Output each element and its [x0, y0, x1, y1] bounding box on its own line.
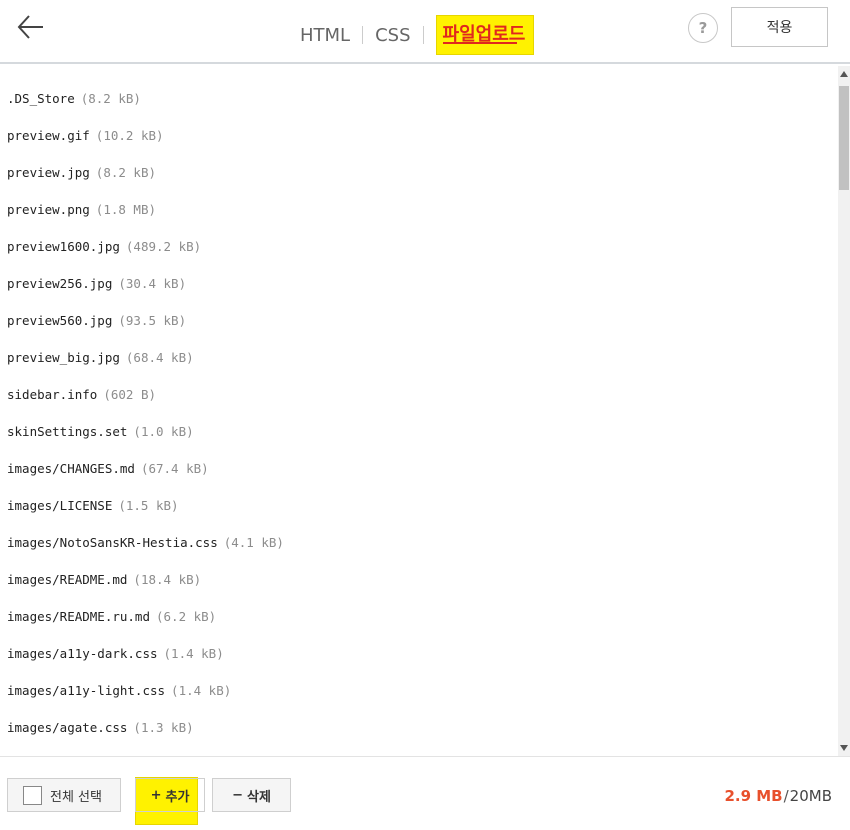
minus-icon: − — [232, 787, 243, 803]
back-button[interactable] — [14, 10, 48, 44]
file-list: .DS_Store (8.2 kB) preview.gif (10.2 kB) pre… — [0, 66, 838, 756]
scroll-down-button[interactable] — [838, 740, 850, 756]
file-size: (10.2 kB) — [95, 127, 164, 143]
file-list-item[interactable]: preview_big.jpg (68.4 kB) — [7, 346, 194, 368]
file-size: (1.0 kB) — [133, 423, 194, 439]
add-file-label: 추가 — [165, 789, 190, 805]
file-list-item[interactable]: images/agate.css (1.3 kB) — [7, 716, 194, 738]
file-name: images/a11y-dark.css — [7, 645, 158, 661]
tab-divider — [422, 26, 424, 44]
file-list-item[interactable]: images/CHANGES.md (67.4 kB) — [7, 457, 209, 479]
tab-css[interactable]: CSS — [375, 25, 410, 46]
apply-button[interactable]: 적용 — [731, 7, 828, 47]
file-list-item[interactable]: images/README.ru.md (6.2 kB) — [7, 605, 216, 627]
file-size: (4.1 kB) — [223, 534, 284, 550]
file-name: images/README.md — [7, 571, 128, 587]
file-list-item[interactable]: sidebar.info (602 B) — [7, 383, 156, 405]
tab-file-upload[interactable]: 파일업로드 — [435, 15, 535, 55]
storage-separator: / — [783, 787, 789, 805]
select-all-checkbox[interactable] — [23, 785, 42, 805]
file-list-item[interactable]: preview256.jpg (30.4 kB) — [7, 272, 186, 294]
active-tab-underline — [442, 42, 518, 44]
file-name: sidebar.info — [7, 386, 98, 402]
file-size: (489.2 kB) — [125, 238, 202, 254]
file-size: (1.8 MB) — [95, 201, 157, 217]
file-size: (1.5 kB) — [118, 497, 179, 513]
editor-header: HTML CSS 파일업로드 ? 적용 — [0, 0, 850, 64]
file-name: preview256.jpg — [7, 275, 113, 291]
file-size: (68.4 kB) — [125, 349, 194, 365]
editor-tabs: HTML CSS 파일업로드 — [300, 12, 535, 58]
arrow-left-icon — [17, 15, 43, 39]
file-list-item[interactable]: images/LICENSE (1.5 kB) — [7, 494, 179, 516]
file-name: preview1600.jpg — [7, 238, 120, 254]
file-size: (93.5 kB) — [118, 312, 187, 328]
file-toolbar: 전체 선택 + 추가 − 삭제 2.9 MB/20MB — [0, 756, 850, 830]
storage-usage: 2.9 MB/20MB — [724, 787, 832, 805]
file-size: (67.4 kB) — [140, 460, 209, 476]
question-icon: ? — [698, 19, 708, 37]
file-list-item[interactable]: preview1600.jpg (489.2 kB) — [7, 235, 201, 257]
file-name: images/CHANGES.md — [7, 460, 135, 476]
plus-icon: + — [150, 787, 162, 803]
select-all-button[interactable]: 전체 선택 — [7, 778, 121, 812]
file-size: (18.4 kB) — [133, 571, 202, 587]
file-list-item[interactable]: preview.gif (10.2 kB) — [7, 124, 164, 146]
file-name: preview.png — [7, 201, 90, 217]
file-name: preview.gif — [7, 127, 90, 143]
file-name: images/LICENSE — [7, 497, 113, 513]
triangle-down-icon — [840, 745, 848, 751]
file-list-item[interactable]: preview560.jpg (93.5 kB) — [7, 309, 186, 331]
file-list-item[interactable]: preview.jpg (8.2 kB) — [7, 161, 156, 183]
file-list-item[interactable]: images/README.md (18.4 kB) — [7, 568, 201, 590]
scrollbar-thumb[interactable] — [839, 86, 849, 190]
file-size: (1.3 kB) — [133, 719, 194, 735]
tab-html[interactable]: HTML — [300, 25, 350, 46]
file-name: preview_big.jpg — [7, 349, 120, 365]
help-button[interactable]: ? — [688, 13, 718, 43]
file-list-item[interactable]: skinSettings.set (1.0 kB) — [7, 420, 194, 442]
file-name: .DS_Store — [7, 90, 75, 106]
delete-file-label: 삭제 — [246, 789, 271, 805]
file-name: preview560.jpg — [7, 312, 113, 328]
add-file-button[interactable]: + 추가 — [135, 778, 205, 812]
file-size: (602 B) — [103, 386, 156, 402]
file-list-item[interactable]: preview.png (1.8 MB) — [7, 198, 156, 220]
file-name: images/agate.css — [7, 719, 128, 735]
storage-used: 2.9 MB — [724, 787, 783, 805]
file-size: (8.2 kB) — [80, 90, 141, 106]
file-size: (8.2 kB) — [95, 164, 157, 180]
file-list-scrollbar[interactable] — [838, 66, 850, 756]
file-list-item[interactable]: images/NotoSansKR-Hestia.css (4.1 kB) — [7, 531, 284, 553]
file-list-item[interactable]: images/a11y-dark.css (1.4 kB) — [7, 642, 224, 664]
storage-total: 20MB — [789, 787, 832, 805]
file-name: images/NotoSansKR-Hestia.css — [7, 534, 218, 550]
tab-divider — [362, 26, 364, 44]
delete-file-button[interactable]: − 삭제 — [212, 778, 291, 812]
file-name: images/a11y-light.css — [7, 682, 166, 698]
file-name: preview.jpg — [7, 164, 90, 180]
file-size: (6.2 kB) — [156, 608, 217, 624]
file-size: (1.4 kB) — [163, 645, 224, 661]
triangle-up-icon — [840, 71, 848, 77]
file-name: skinSettings.set — [7, 423, 128, 439]
file-size: (30.4 kB) — [118, 275, 187, 291]
select-all-label: 전체 선택 — [50, 789, 102, 805]
file-size: (1.4 kB) — [171, 682, 232, 698]
file-name: images/README.ru.md — [7, 608, 150, 624]
file-list-item[interactable]: .DS_Store (8.2 kB) — [7, 87, 141, 109]
scroll-up-button[interactable] — [838, 66, 850, 82]
file-list-item[interactable]: images/a11y-light.css (1.4 kB) — [7, 679, 231, 701]
